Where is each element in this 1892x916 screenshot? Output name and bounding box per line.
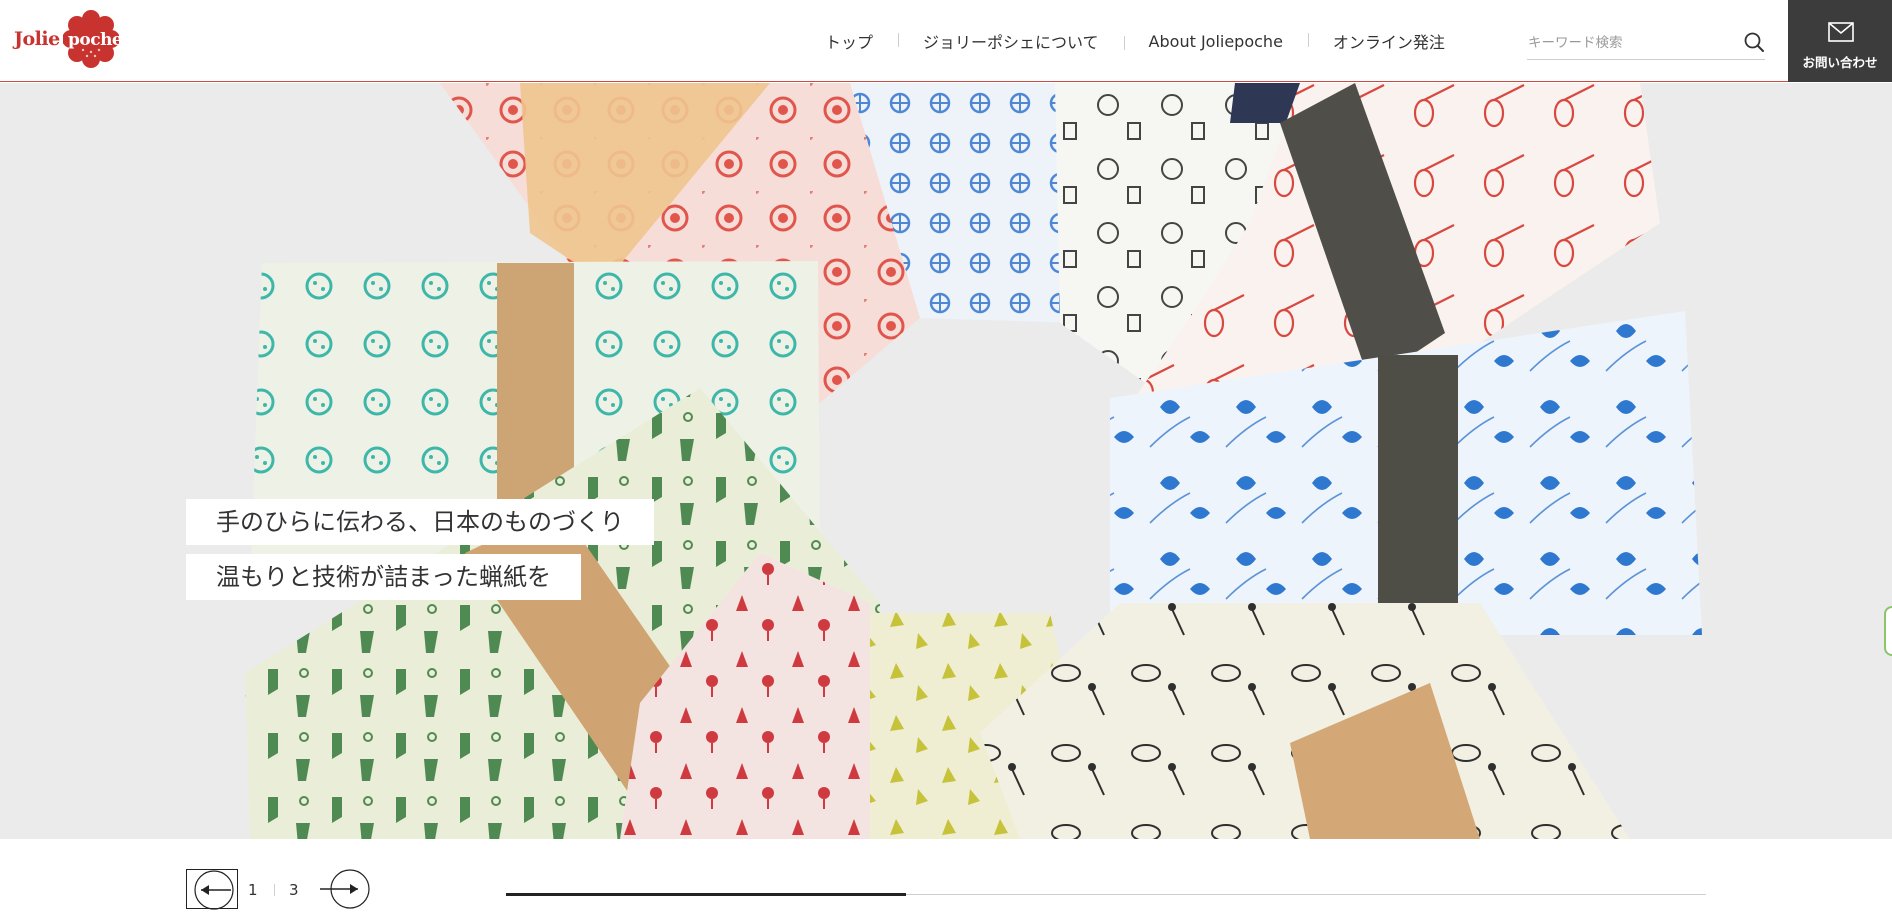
nav-item-about-en[interactable]: About Joliepoche <box>1123 32 1308 51</box>
slider-prev-button[interactable] <box>186 869 238 910</box>
slider-total-pages: 3 <box>289 881 299 899</box>
nav-item-top[interactable]: トップ <box>800 29 898 53</box>
logo-word-jolie: Jolie <box>14 28 60 50</box>
side-tab[interactable] <box>1884 606 1892 656</box>
site-header: Jolie poche トップ ジョリーポシェについて About Joliep <box>0 0 1892 82</box>
arrow-left-icon <box>194 870 234 910</box>
search-box <box>1527 26 1765 60</box>
search-input[interactable] <box>1528 32 1728 54</box>
nav-item-online-order[interactable]: オンライン発注 <box>1307 29 1470 53</box>
mail-icon <box>1828 22 1854 42</box>
slider-next-button[interactable] <box>318 869 374 909</box>
hero-slider: 手のひらに伝わる、日本のものづくり 温もりと技術が詰まった蝋紙を <box>0 83 1892 839</box>
contact-label: お問い合わせ <box>1802 55 1878 70</box>
site-logo[interactable]: Jolie poche <box>14 10 123 70</box>
slider-controls: 1 3 <box>0 839 1892 916</box>
slider-page-divider <box>274 884 275 896</box>
nav-item-about-jp[interactable]: ジョリーポシェについて <box>898 29 1124 53</box>
search-icon[interactable] <box>1743 31 1765 53</box>
slider-progress-track <box>506 893 1706 896</box>
hero-image <box>0 83 1892 839</box>
hero-caption-line-1: 手のひらに伝わる、日本のものづくり <box>186 499 654 545</box>
slider-current-page: 1 <box>248 881 258 899</box>
contact-button[interactable]: お問い合わせ <box>1788 0 1892 82</box>
slider-progress-fill <box>506 893 906 896</box>
main-nav: トップ ジョリーポシェについて About Joliepoche オンライン発注 <box>800 29 1470 53</box>
hero-caption-line-2: 温もりと技術が詰まった蝋紙を <box>186 554 582 600</box>
arrow-right-icon <box>320 869 370 909</box>
logo-word-poche: poche <box>68 30 123 50</box>
